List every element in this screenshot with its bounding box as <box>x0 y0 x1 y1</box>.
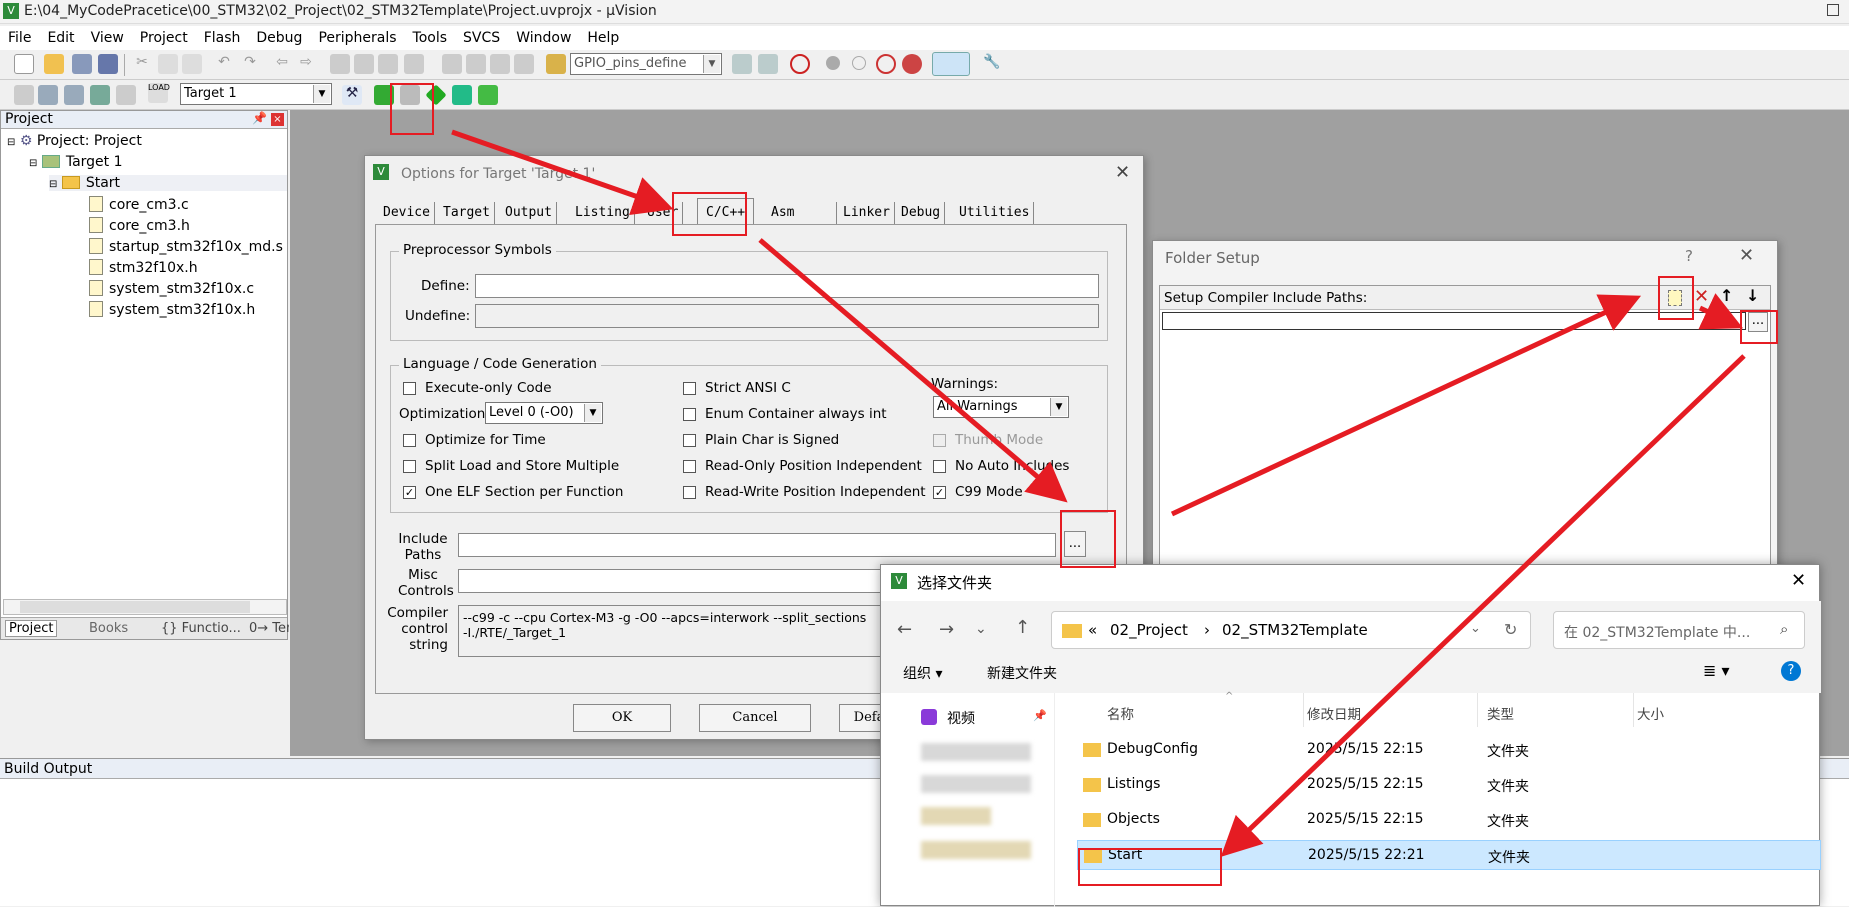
arrow-to-cpp-tab <box>451 129 674 215</box>
arrow-to-path-browse <box>1698 293 1744 330</box>
arrow-to-include-browse <box>758 238 1068 503</box>
annotation-arrows <box>451 129 1746 857</box>
arrow-to-start-folder <box>1220 354 1746 857</box>
arrow-to-new-path <box>1170 294 1642 517</box>
